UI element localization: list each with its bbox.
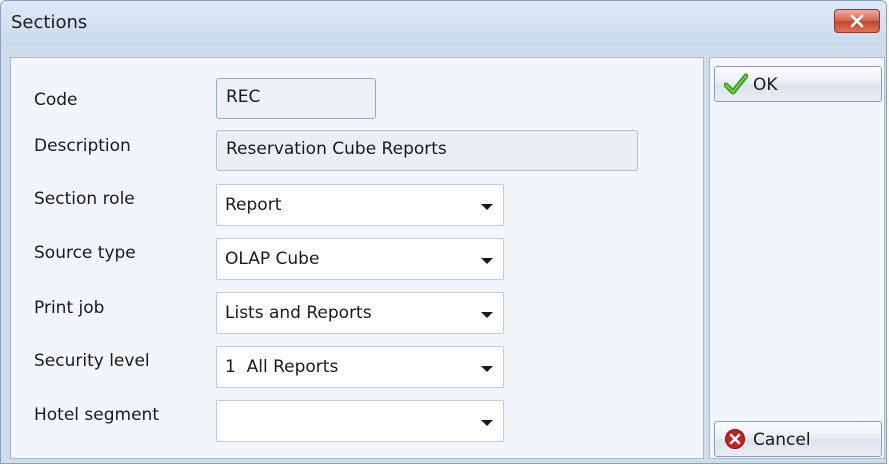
chevron-down-icon — [481, 204, 493, 210]
source-type-select[interactable]: OLAP Cube — [216, 238, 504, 280]
code-label: Code — [34, 90, 78, 110]
code-field[interactable]: REC — [216, 78, 376, 119]
close-icon — [850, 14, 864, 28]
description-label: Description — [34, 136, 131, 156]
security-level-label: Security level — [34, 351, 150, 371]
button-panel: OK Cancel — [709, 57, 885, 459]
section-role-label: Section role — [34, 189, 135, 209]
print-job-select[interactable]: Lists and Reports — [216, 292, 504, 334]
hotel-segment-select[interactable] — [216, 400, 504, 442]
cancel-button-label: Cancel — [753, 430, 811, 450]
chevron-down-icon — [481, 312, 493, 318]
section-role-value: Report — [225, 195, 282, 215]
close-button[interactable] — [834, 9, 880, 33]
window-title: Sections — [11, 12, 88, 33]
print-job-label: Print job — [34, 298, 105, 318]
cancel-icon — [724, 428, 746, 455]
security-level-value: 1 All Reports — [225, 357, 339, 377]
sections-dialog: Sections Code REC Description Reservatio… — [0, 0, 887, 464]
chevron-down-icon — [481, 420, 493, 426]
ok-button[interactable]: OK — [714, 66, 882, 102]
print-job-value: Lists and Reports — [225, 303, 372, 323]
source-type-value: OLAP Cube — [225, 249, 320, 269]
chevron-down-icon — [481, 258, 493, 264]
hotel-segment-label: Hotel segment — [34, 405, 160, 425]
title-bar: Sections — [1, 1, 886, 47]
description-field[interactable]: Reservation Cube Reports — [216, 130, 638, 171]
ok-button-label: OK — [753, 75, 778, 95]
form-panel: Code REC Description Reservation Cube Re… — [10, 57, 704, 459]
security-level-select[interactable]: 1 All Reports — [216, 346, 504, 388]
cancel-button[interactable]: Cancel — [714, 421, 882, 457]
checkmark-icon — [723, 73, 749, 100]
chevron-down-icon — [481, 366, 493, 372]
section-role-select[interactable]: Report — [216, 184, 504, 226]
source-type-label: Source type — [34, 243, 136, 263]
